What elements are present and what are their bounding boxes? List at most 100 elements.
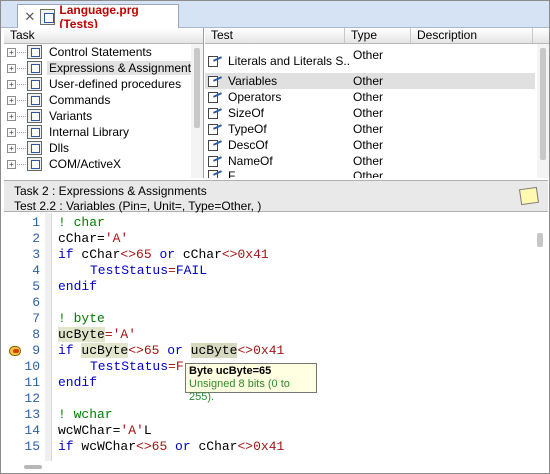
code-line[interactable]: 3 if cChar<>65 or cChar<>0x41 [4, 247, 534, 263]
scroll-thumb[interactable] [537, 233, 543, 247]
line-number: 13 [24, 407, 40, 422]
scroll-thumb[interactable] [540, 48, 546, 160]
line-number: 5 [32, 279, 40, 294]
task-item[interactable]: + Internal Library [4, 124, 203, 140]
test-row[interactable]: NameOf Other [205, 153, 535, 169]
task-label: Commands [49, 93, 111, 107]
expand-icon[interactable]: + [7, 63, 16, 73]
test-type: Other [353, 138, 384, 152]
line-number: 6 [32, 295, 40, 310]
code-editor[interactable]: 1! char 2 cChar='A' 3 if cChar<>65 or cCha… [4, 213, 548, 461]
expand-icon[interactable]: + [7, 47, 16, 57]
task-item[interactable]: + Expressions & Assignments [4, 60, 203, 76]
expand-icon[interactable]: + [7, 159, 16, 169]
line-number: 3 [32, 247, 40, 262]
test-icon [208, 75, 222, 87]
test-icon [208, 139, 222, 151]
tooltip-title: Byte ucByte=65 [189, 365, 272, 377]
ide-window: ✕ Language.prg (Tests) Task + Control Sta… [0, 0, 550, 474]
test-row[interactable]: TypeOf Other [205, 121, 535, 137]
code-line[interactable]: 5 endif [4, 279, 534, 295]
test-name: Literals and Literals S... [228, 54, 349, 68]
code-line[interactable]: 6 [4, 295, 534, 311]
test-row[interactable]: F... Other [205, 169, 535, 178]
editor-horizontal-scrollbar[interactable] [4, 461, 548, 473]
expand-icon[interactable]: + [7, 95, 16, 105]
task-item[interactable]: + Dlls [4, 140, 203, 156]
test-column-headers: Test Type Description [205, 28, 549, 44]
test-row[interactable]: Literals and Literals S... Other [205, 48, 535, 70]
code-line[interactable]: 8 ucByte='A' [4, 327, 534, 343]
test-type: Other [353, 106, 384, 120]
expand-icon[interactable]: + [7, 111, 16, 121]
code-line[interactable]: 7! byte [4, 311, 534, 327]
program-icon [39, 8, 56, 25]
task-label: Dlls [49, 141, 69, 155]
task-label: Internal Library [49, 125, 130, 139]
code-line[interactable]: 15 if wcWChar<>65 or cChar<>0x41 [4, 439, 534, 455]
test-type: Other [353, 74, 384, 88]
task-item[interactable]: + Commands [4, 92, 203, 108]
test-icon [208, 91, 222, 103]
code-line[interactable]: 2 cChar='A' [4, 231, 534, 247]
task-label: Expressions & Assignments [47, 61, 200, 75]
tab-language-prg[interactable]: ✕ Language.prg (Tests) [17, 3, 179, 31]
task-item[interactable]: + Control Statements [4, 44, 203, 60]
scroll-thumb[interactable] [24, 465, 42, 469]
task-label: User-defined procedures [49, 77, 182, 91]
tooltip-detail: Unsigned 8 bits (0 to 255). [189, 378, 290, 403]
line-number: 8 [32, 327, 40, 342]
test-type: Other [353, 122, 384, 136]
task-column-header[interactable]: Task [4, 28, 203, 44]
task-item[interactable]: + Variants [4, 108, 203, 124]
test-icon [208, 155, 222, 167]
code-line[interactable]: 14 wcWChar='A'L [4, 423, 534, 439]
test-row[interactable]: Variables Other [205, 73, 535, 89]
task-icon [27, 77, 42, 91]
test-info: Test 2.2 : Variables (Pin=, Unit=, Type=… [14, 199, 262, 213]
scroll-thumb[interactable] [194, 48, 200, 128]
expand-icon[interactable]: + [7, 79, 16, 89]
task-label: COM/ActiveX [49, 157, 122, 171]
editor-scrollbar[interactable] [534, 213, 546, 461]
column-test[interactable]: Test [205, 28, 345, 43]
test-name: NameOf [228, 154, 273, 168]
line-number: 10 [24, 359, 40, 374]
test-name: SizeOf [228, 106, 265, 120]
task-icon [27, 45, 42, 59]
tab-bar: ✕ Language.prg (Tests) [1, 1, 549, 31]
test-row[interactable]: SizeOf Other [205, 105, 535, 121]
test-icon [208, 107, 222, 119]
task-pane: Task + Control Statements + Expressions & … [4, 28, 204, 178]
column-description[interactable]: Description [411, 28, 533, 43]
code-line-current[interactable]: 9 if ucByte<>65 or ucByte<>0x41 [4, 343, 534, 359]
task-item[interactable]: + COM/ActiveX [4, 156, 203, 172]
task-label: Control Statements [49, 45, 152, 59]
test-icon [208, 169, 222, 178]
code-line[interactable]: 13! wchar [4, 407, 534, 423]
line-number: 4 [32, 263, 40, 278]
test-scrollbar[interactable] [537, 44, 549, 178]
expand-icon[interactable]: + [7, 127, 16, 137]
note-icon[interactable] [518, 186, 540, 206]
test-name: DescOf [228, 138, 269, 152]
test-icon [208, 123, 222, 135]
test-info-bar: Task 2 : Expressions & Assignments Test … [4, 180, 548, 213]
line-number: 2 [32, 231, 40, 246]
test-pane: Test Type Description Literals and Liter… [205, 28, 549, 178]
task-scrollbar[interactable] [191, 44, 203, 178]
task-icon [27, 125, 42, 139]
test-row[interactable]: DescOf Other [205, 137, 535, 153]
test-type: Other [353, 48, 384, 62]
task-item[interactable]: + User-defined procedures [4, 76, 203, 92]
test-name: TypeOf [228, 122, 267, 136]
close-icon[interactable]: ✕ [22, 9, 38, 25]
task-icon [27, 141, 42, 155]
task-icon [27, 157, 42, 171]
code-line[interactable]: 1! char [4, 215, 534, 231]
test-row[interactable]: Operators Other [205, 89, 535, 105]
test-type: Other [353, 90, 384, 104]
code-line[interactable]: 4 TestStatus=FAIL [4, 263, 534, 279]
expand-icon[interactable]: + [7, 143, 16, 153]
column-type[interactable]: Type [345, 28, 411, 43]
